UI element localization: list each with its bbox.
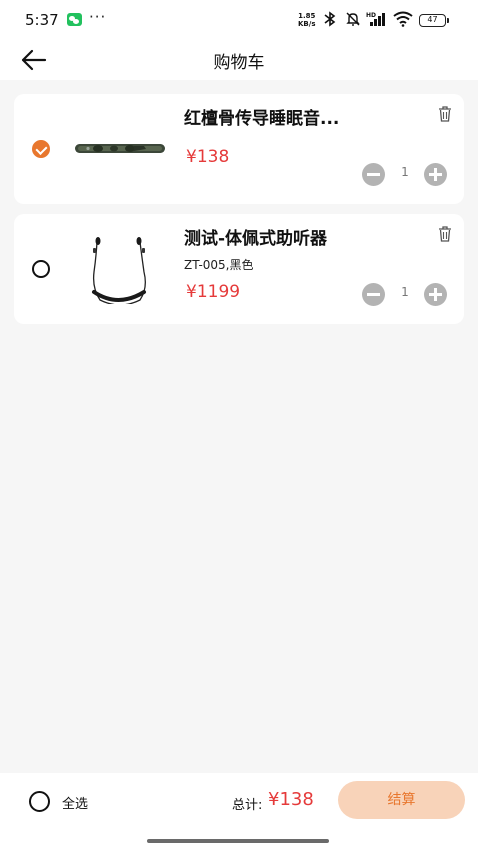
decrease-quantity-button[interactable] — [362, 283, 385, 306]
status-time: 5:37 — [25, 11, 59, 29]
status-bar: 5:37 ··· 1.85 KB/s HD 47 — [0, 0, 478, 40]
cart-page: 5:37 ··· 1.85 KB/s HD 47 购物车 红檀骨传导睡眠音...… — [0, 0, 478, 850]
more-notifications-icon: ··· — [89, 8, 107, 26]
item-checkbox[interactable] — [32, 260, 50, 278]
cart-item: 测试-体佩式助听器 ZT-005,黑色 ¥1199 1 — [14, 214, 464, 324]
header: 购物车 — [0, 40, 478, 80]
mute-icon — [346, 12, 360, 26]
select-all-label: 全选 — [62, 797, 89, 812]
trash-icon[interactable] — [438, 106, 452, 122]
trash-icon[interactable] — [438, 226, 452, 242]
select-all-checkbox[interactable] — [29, 791, 50, 812]
select-all-toggle[interactable]: 全选 — [29, 791, 99, 813]
wifi-icon — [393, 11, 413, 27]
bluetooth-icon — [324, 11, 336, 27]
svg-text:HD: HD — [366, 12, 376, 19]
cart-item: 红檀骨传导睡眠音... ¥138 1 — [14, 94, 464, 204]
signal-hd-icon: HD — [366, 12, 385, 26]
product-image[interactable] — [72, 112, 168, 184]
net-speed-unit: KB/s — [298, 20, 316, 28]
page-title: 购物车 — [213, 53, 265, 73]
item-spec: ZT-005,黑色 — [184, 258, 254, 272]
net-speed-value: 1.85 — [298, 12, 316, 20]
item-price: ¥138 — [186, 147, 230, 167]
wechat-icon — [67, 13, 82, 26]
item-price: ¥1199 — [186, 282, 241, 302]
item-title[interactable]: 测试-体佩式助听器 — [184, 224, 414, 249]
product-image[interactable] — [72, 232, 168, 304]
total-value: ¥138 — [268, 789, 314, 810]
home-indicator[interactable] — [147, 839, 329, 843]
increase-quantity-button[interactable] — [424, 163, 447, 186]
checkout-bar: 全选 总计: ¥138 结算 — [0, 773, 478, 850]
increase-quantity-button[interactable] — [424, 283, 447, 306]
decrease-quantity-button[interactable] — [362, 163, 385, 186]
item-checkbox[interactable] — [32, 140, 50, 158]
item-title[interactable]: 红檀骨传导睡眠音... — [184, 104, 414, 129]
total-label: 总计: — [232, 798, 263, 813]
quantity-value: 1 — [401, 285, 409, 299]
net-speed: 1.85 KB/s — [298, 12, 315, 28]
battery-icon: 47 — [419, 14, 449, 27]
checkout-button[interactable]: 结算 — [338, 781, 465, 819]
quantity-value: 1 — [401, 165, 409, 179]
